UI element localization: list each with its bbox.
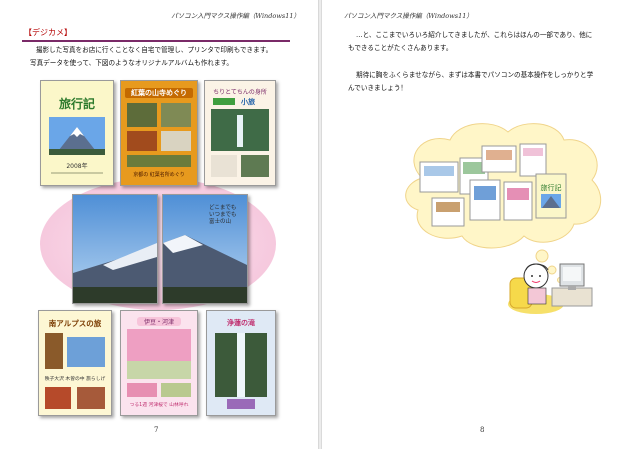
book-spread: パソコン入門マクス操作編（Windows11） 【デジカメ】 撮影した写真をお店… xyxy=(0,0,640,449)
right-body-line-3: 期待に胸をふくらませながら、まずは本書でパソコンの基本操作をしっかりと学 xyxy=(356,71,594,79)
album-photo-2 xyxy=(161,103,191,127)
waterfall-stream xyxy=(237,115,243,147)
album-fuji-right: どこまでも いつまでも 富士の山 xyxy=(162,194,248,304)
left-page: パソコン入門マクス操作編（Windows11） 【デジカメ】 撮影した写真をお店… xyxy=(0,0,318,449)
album-walk-caption: 京都の 紅葉名所めぐり xyxy=(133,172,185,178)
album-photo-1 xyxy=(127,103,157,127)
album-photo-3 xyxy=(127,131,157,151)
album-waterfall-title: ちりとてちんの身所 xyxy=(213,89,267,96)
album-photo-5 xyxy=(127,155,191,167)
album-alps-tower xyxy=(45,333,63,369)
album-alps-title: 南アルプスの旅 xyxy=(48,319,102,328)
right-body-line-1: …と、ここまでいろいろ紹介してきましたが、これらはほんの一部であり、他に xyxy=(356,31,593,39)
fuji-caption-line-1: どこまでも xyxy=(209,205,237,211)
fuji-caption-line-2: いつまでも xyxy=(209,211,237,218)
thought-bubble-dot-2 xyxy=(547,265,557,275)
sakura-road xyxy=(127,361,191,379)
album-travel-title: 旅行記 xyxy=(58,97,95,111)
album-sakura-photo xyxy=(127,329,191,379)
album-waterfall-photo xyxy=(211,109,269,151)
fuji-left-image xyxy=(73,195,157,303)
bubble-card-6 xyxy=(503,181,533,221)
fuji-caption: どこまでも いつまでも 富士の山 xyxy=(209,205,237,226)
album-travel-subtitle-line xyxy=(51,172,103,174)
person-body xyxy=(527,287,547,305)
section-heading: 【デジカメ】 xyxy=(24,28,72,37)
album-waterfall-badge-bg xyxy=(213,98,235,105)
right-body-line-4: んでいきましょう！ xyxy=(348,84,408,92)
body-line-1: 撮影した写真をお店に行くことなく自宅で管理し、プリンタで印刷もできます。 xyxy=(36,46,273,54)
album-fuji-left xyxy=(72,194,158,304)
album-small-photo xyxy=(241,155,269,177)
album-alps-sky xyxy=(67,337,105,367)
album-travel-year: 2008年 xyxy=(66,163,88,170)
right-page: パソコン入門マクス操作編（Windows11） …と、ここまでいろいろ紹介してき… xyxy=(322,0,640,449)
thought-bubble-illustration: 旅行記 xyxy=(405,123,602,314)
album-falls-flower xyxy=(227,399,255,409)
album-sakura-photo-3 xyxy=(161,383,191,397)
album-sakura: 伊豆・河津 つる1週 河津桜で 山林呼れ xyxy=(120,310,198,416)
page-number-right: 8 xyxy=(480,426,485,434)
fuji-thumbnail-image xyxy=(49,117,105,155)
thought-bubble-dot-1 xyxy=(535,249,549,263)
album-waterfall-place: ちりとてちんの身所 小旅 xyxy=(204,80,276,186)
running-head-right: パソコン入門マクス操作編（Windows11） xyxy=(344,12,473,20)
album-sakura-caption: つる1週 河津桜で 山林呼れ xyxy=(129,403,189,408)
album-alps-photo-2 xyxy=(77,387,105,409)
right-body-line-2: もできることがたくさんあります。 xyxy=(348,44,453,52)
album-falls: 浄蓮の滝 xyxy=(206,310,276,416)
album-sakura-title: 伊豆・河津 xyxy=(137,317,181,326)
album-falls-title: 浄蓮の滝 xyxy=(227,318,255,327)
album-autumn-temples: 紅葉の山寺めぐり 京都の 紅葉名所めぐり xyxy=(120,80,198,186)
album-photo-4 xyxy=(161,131,191,151)
section-rule xyxy=(22,40,290,42)
fuji-caption-line-3: 富士の山 xyxy=(209,218,232,225)
album-walk-title: 紅葉の山寺めぐり xyxy=(125,88,193,98)
page-number-left: 7 xyxy=(154,426,159,434)
album-falls-photo xyxy=(215,333,267,397)
album-travel-diary: 旅行記 2008年 xyxy=(40,80,114,186)
bubble-card-travel-title: 旅行記 xyxy=(541,183,562,192)
album-south-alps: 南アルプスの旅 秩子大沢 木曽の中 旅らしげ xyxy=(38,310,112,416)
album-alps-caption: 秩子大沢 木曽の中 旅らしげ xyxy=(44,377,106,382)
album-alps-photo-1 xyxy=(45,387,71,409)
computer-desk xyxy=(551,287,593,307)
album-sakura-photo-2 xyxy=(127,383,157,397)
album-text-block xyxy=(211,155,237,177)
falls-stream xyxy=(237,333,245,397)
album-waterfall-badge: 小旅 xyxy=(241,98,255,106)
running-head-left: パソコン入門マクス操作編（Windows11） xyxy=(171,12,300,20)
body-line-2: 写真データを使って、下図のようなオリジナルアルバムも作れます。 xyxy=(30,59,234,67)
